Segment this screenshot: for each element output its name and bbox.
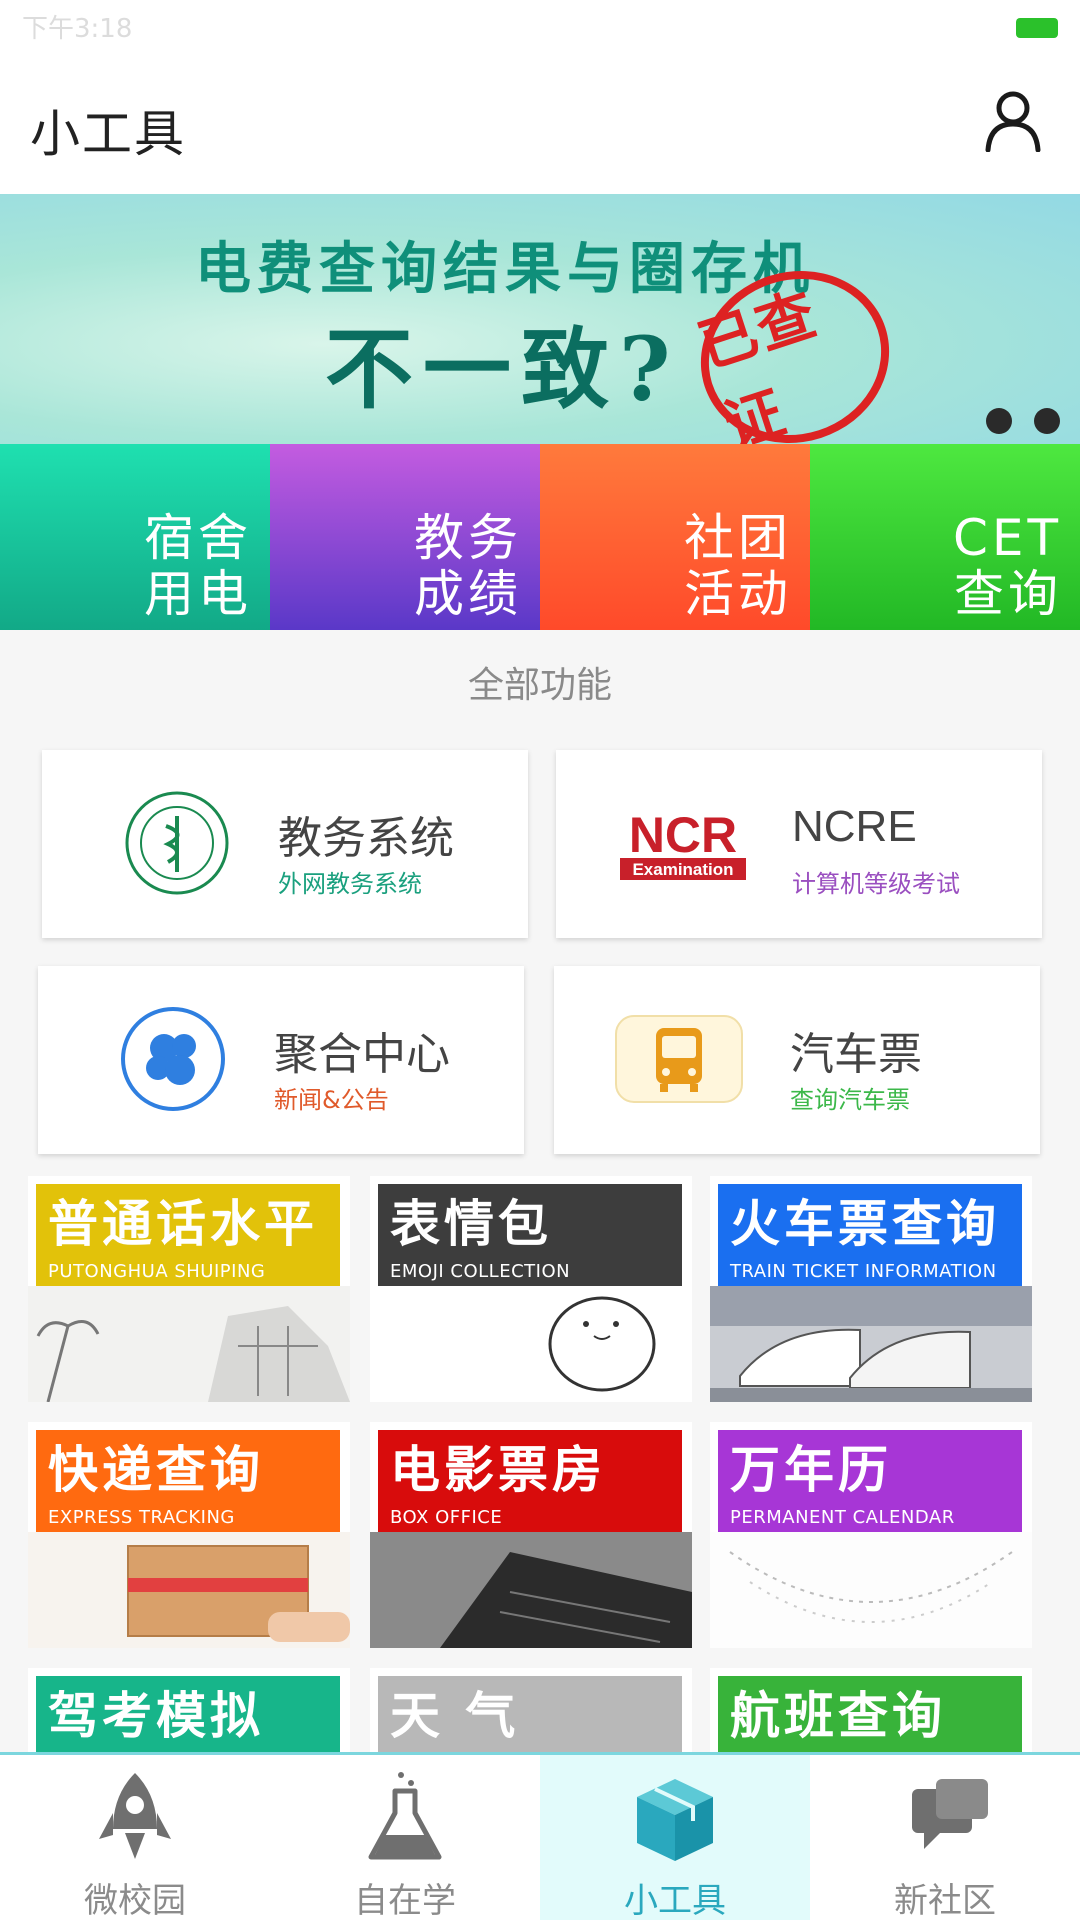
tile-title: 天 气 [390, 1687, 520, 1745]
tile-title: 驾考模拟 [48, 1687, 264, 1745]
battery-icon [1016, 18, 1058, 38]
tile-header: 驾考模拟 [36, 1676, 340, 1752]
rocket-icon [99, 1773, 171, 1859]
user-icon[interactable] [984, 90, 1042, 152]
tile-weather[interactable]: 天 气 [370, 1668, 692, 1752]
card-academic-system[interactable]: 教务系统 外网教务系统 [42, 750, 528, 938]
tile-train-ticket[interactable]: 火车票查询 TRAIN TICKET INFORMATION [710, 1176, 1032, 1402]
bottom-navigation: 微校园 自在学 小工具 新社区 [0, 1752, 1080, 1920]
tile-putonghua-test[interactable]: 普通话水平 PUTONGHUA SHUIPING CESHI [28, 1176, 350, 1402]
aggregate-center-icon [121, 1007, 225, 1111]
status-bar: 下午3:18 [0, 0, 1080, 44]
flask-icon [368, 1772, 442, 1860]
card-aggregate-center[interactable]: 聚合中心 新闻&公告 [38, 966, 524, 1154]
nav-label: 新社区 [894, 1881, 996, 1920]
card-ncre[interactable]: NCR Examination NCRE 计算机等级考试 [556, 750, 1042, 938]
quick-tile-line1: 教务 [414, 509, 522, 567]
tile-header: 航班查询 [718, 1676, 1022, 1752]
card-subtitle: 查询汽车票 [790, 1086, 910, 1114]
quick-tile-line2: 用电 [144, 565, 252, 623]
banner-question: 不一致? [325, 317, 681, 421]
card-title: 汽车票 [790, 1029, 922, 1080]
carousel-indicator [986, 408, 1060, 434]
tile-header: 表情包 EMOJI COLLECTION [378, 1184, 682, 1286]
quick-tile-club-activities[interactable]: 社团 活动 [540, 444, 810, 630]
quick-tile-line1: CET [952, 509, 1062, 567]
tile-emoji-collection[interactable]: 表情包 EMOJI COLLECTION [370, 1176, 692, 1402]
calendar-dial-image [710, 1532, 1032, 1648]
svg-text:Examination: Examination [632, 860, 733, 879]
nav-label: 微校园 [84, 1881, 186, 1920]
tile-header: 快递查询 EXPRESS TRACKING [36, 1430, 340, 1532]
box-icon [637, 1779, 713, 1861]
tile-title: 快递查询 [48, 1441, 264, 1499]
emoji-character-image [370, 1286, 692, 1402]
card-title: NCRE [792, 802, 917, 851]
page-title: 小工具 [30, 105, 186, 163]
carousel-dot[interactable] [986, 408, 1012, 434]
tile-subtitle: EMOJI COLLECTION [390, 1261, 571, 1282]
tile-perpetual-calendar[interactable]: 万年历 PERMANENT CALENDAR [710, 1422, 1032, 1648]
tile-header: 火车票查询 TRAIN TICKET INFORMATION [718, 1184, 1022, 1286]
card-title: 教务系统 [278, 813, 454, 864]
tile-subtitle: PERMANENT CALENDAR [730, 1507, 955, 1528]
quick-tile-label: 社团 活动 [684, 510, 792, 622]
quick-tile-line1: 社团 [684, 509, 792, 567]
quick-tile-academic-grades[interactable]: 教务 成绩 [270, 444, 540, 630]
ink-landscape-image [28, 1286, 350, 1402]
banner-carousel[interactable]: 电费查询结果与圈存机 不一致? 已查证 [0, 194, 1080, 444]
app-screen: 下午3:18 小工具 电费查询结果与圈存机 不一致? 已查证 宿舍 用电 教务 … [0, 0, 1080, 1920]
parcel-box-image [28, 1532, 350, 1648]
nav-tab-self-study[interactable]: 自在学 [270, 1755, 540, 1920]
tile-subtitle: BOX OFFICE [390, 1507, 503, 1528]
nav-label: 小工具 [624, 1881, 726, 1920]
section-title-all-functions: 全部功能 [467, 665, 612, 706]
bus-icon [615, 1015, 743, 1103]
quick-tile-line2: 活动 [684, 565, 792, 623]
card-subtitle: 计算机等级考试 [792, 870, 960, 898]
card-subtitle: 外网教务系统 [278, 870, 422, 898]
tile-title: 万年历 [730, 1441, 892, 1499]
college-seal-icon [125, 791, 229, 895]
nav-label: 自在学 [354, 1881, 456, 1920]
card-title: 聚合中心 [274, 1029, 450, 1080]
quick-tile-label: 宿舍 用电 [144, 510, 252, 622]
tile-header: 电影票房 BOX OFFICE [378, 1430, 682, 1532]
nav-tab-campus[interactable]: 微校园 [0, 1755, 270, 1920]
nav-tab-community[interactable]: 新社区 [810, 1755, 1080, 1920]
tile-title: 表情包 [390, 1195, 552, 1253]
quick-tile-line2: 成绩 [414, 565, 522, 623]
tile-header: 万年历 PERMANENT CALENDAR [718, 1430, 1022, 1532]
quick-tile-dorm-electricity[interactable]: 宿舍 用电 [0, 444, 270, 630]
tile-header: 天 气 [378, 1676, 682, 1752]
svg-text:NCR: NCR [629, 807, 737, 863]
ncre-logo-icon: NCR Examination [620, 807, 746, 880]
quick-tile-cet-query[interactable]: CET 查询 [810, 444, 1080, 630]
tile-box-office[interactable]: 电影票房 BOX OFFICE [370, 1422, 692, 1648]
tile-flight-query[interactable]: 航班查询 [710, 1668, 1032, 1752]
tile-header: 普通话水平 PUTONGHUA SHUIPING CESHI [36, 1184, 340, 1306]
tile-title: 电影票房 [390, 1441, 606, 1499]
train-station-image [710, 1286, 1032, 1402]
quick-tile-label: CET 查询 [953, 510, 1062, 622]
quick-tile-line2: 查询 [954, 565, 1062, 623]
tile-driving-test[interactable]: 驾考模拟 [28, 1668, 350, 1752]
nav-tab-tools[interactable]: 小工具 [540, 1755, 810, 1920]
tile-title: 航班查询 [730, 1687, 946, 1745]
tile-express-tracking[interactable]: 快递查询 EXPRESS TRACKING [28, 1422, 350, 1648]
carousel-dot[interactable] [1034, 408, 1060, 434]
tile-subtitle: TRAIN TICKET INFORMATION [730, 1261, 997, 1282]
card-bus-ticket[interactable]: 汽车票 查询汽车票 [554, 966, 1040, 1154]
clapperboard-image [370, 1532, 692, 1648]
quick-tile-label: 教务 成绩 [414, 510, 522, 622]
quick-tile-line1: 宿舍 [144, 509, 252, 567]
tile-subtitle: EXPRESS TRACKING [48, 1507, 235, 1528]
app-header: 小工具 [0, 40, 1080, 194]
quick-access-row: 宿舍 用电 教务 成绩 社团 活动 CET 查询 [0, 444, 1080, 630]
card-subtitle: 新闻&公告 [274, 1086, 389, 1114]
chat-icon [912, 1779, 988, 1849]
tile-title: 普通话水平 [48, 1195, 318, 1253]
tile-title: 火车票查询 [730, 1195, 1000, 1253]
